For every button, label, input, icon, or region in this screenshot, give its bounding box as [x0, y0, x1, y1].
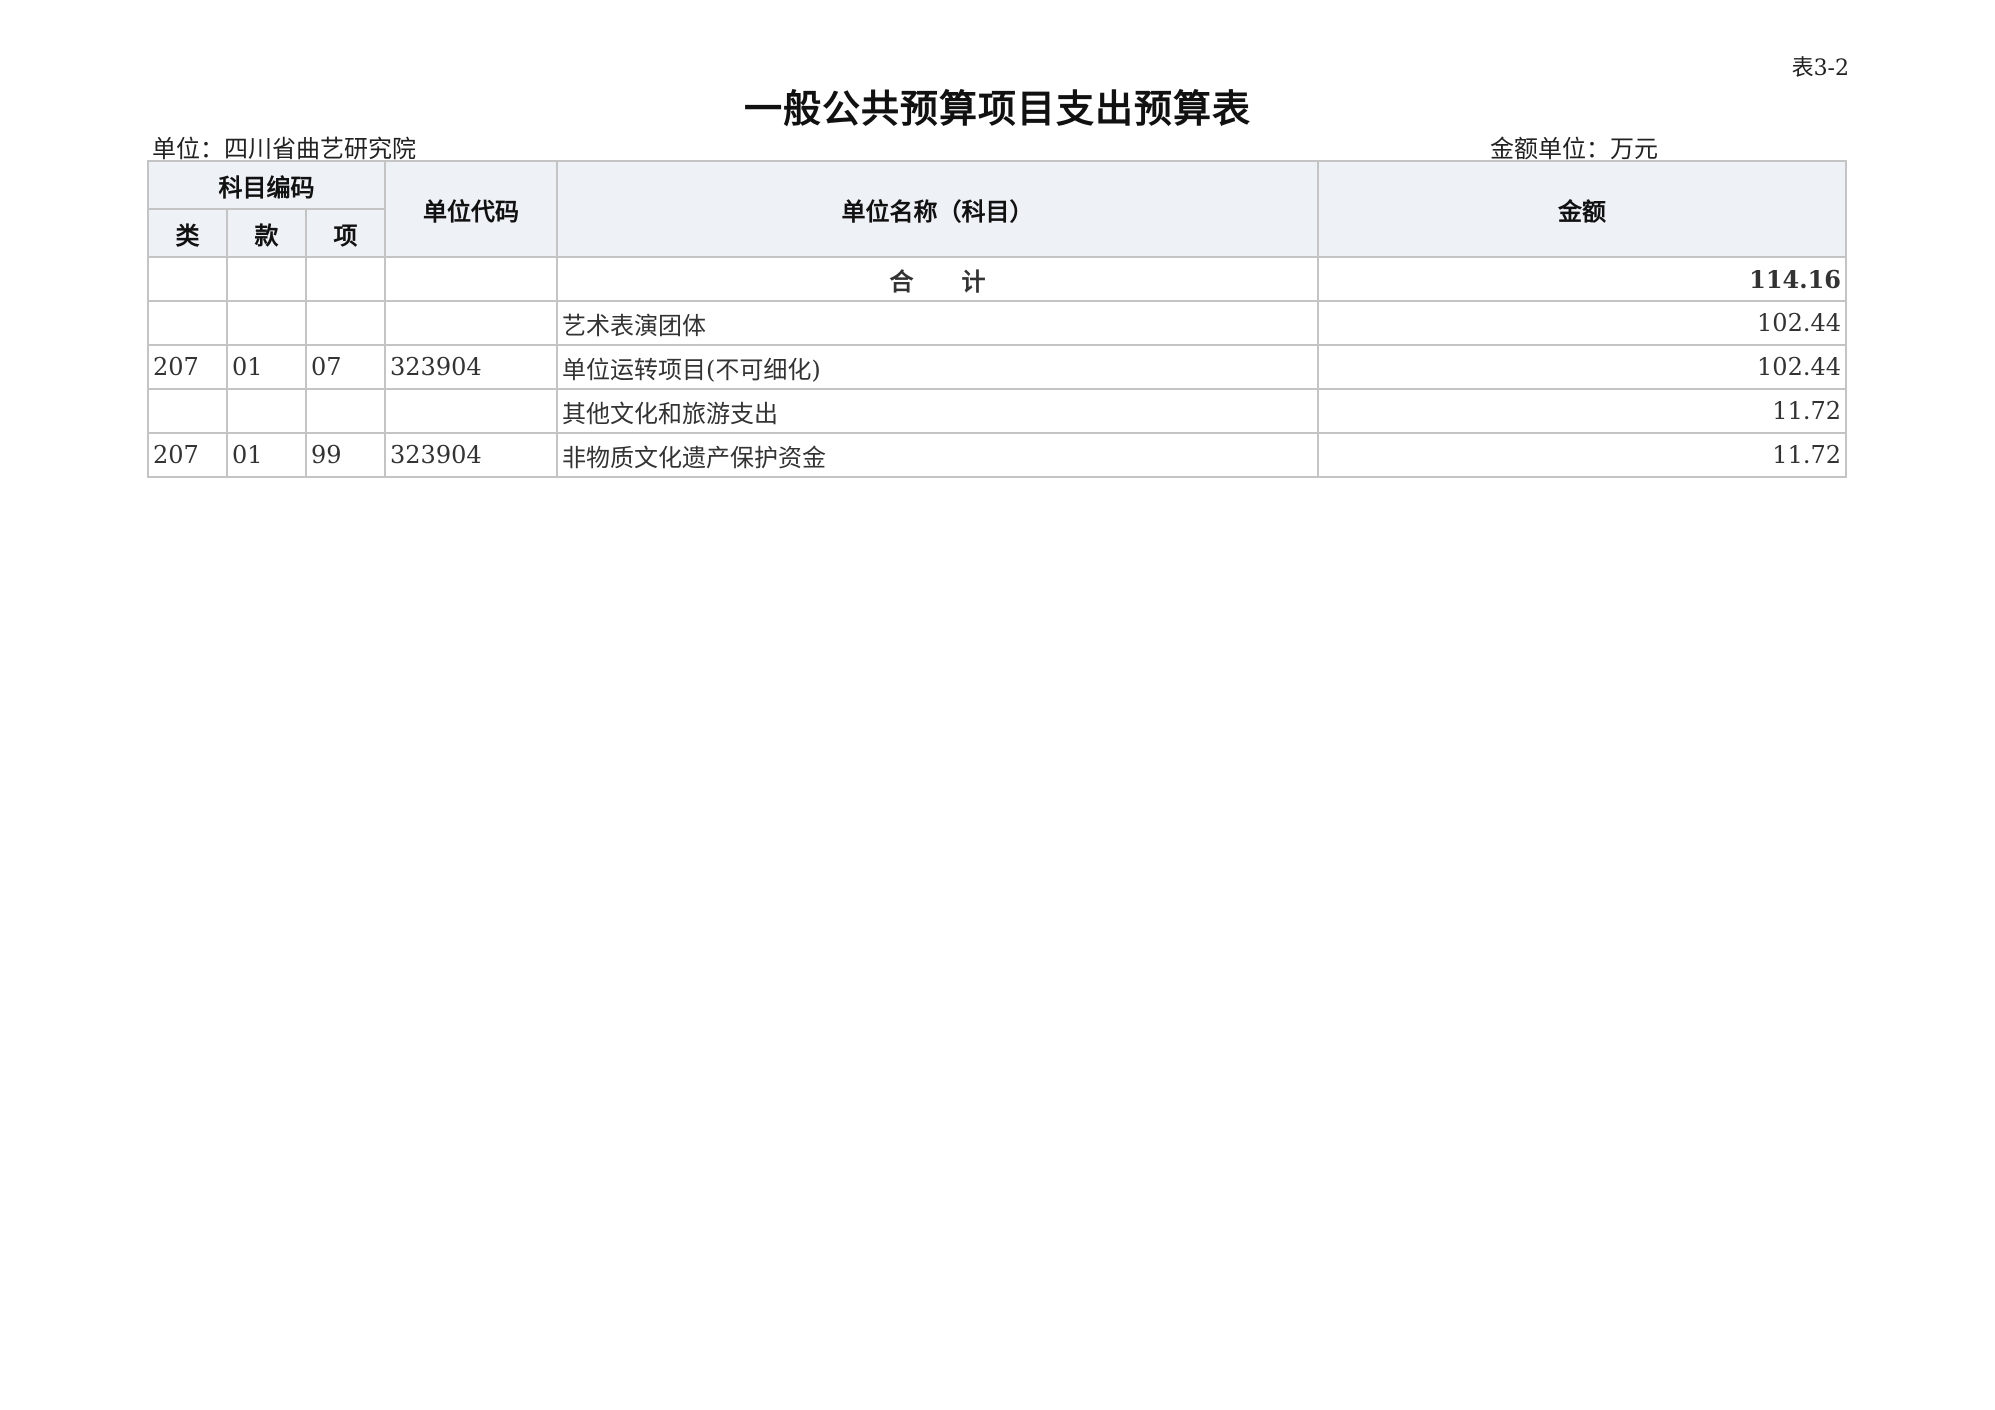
row-amount: 102.44 [1317, 344, 1848, 390]
table-header: 科目编码 单位代码 单位名称（科目） 金额 类 款 项 [146, 160, 1848, 258]
total-unit-code-cell [384, 256, 559, 302]
header-kuan: 款 [226, 208, 307, 258]
row-lei: 207 [147, 432, 228, 478]
table-row: 艺术表演团体 102.44 [147, 300, 1848, 346]
total-xiang-cell [304, 256, 387, 302]
table-row: 207 01 99 323904 非物质文化遗产保护资金 11.72 [147, 432, 1848, 478]
unit-label: 单位：四川省曲艺研究院 [152, 135, 416, 163]
row-kuan [226, 300, 307, 346]
row-name: 非物质文化遗产保护资金 [556, 432, 1320, 478]
row-name: 其他文化和旅游支出 [556, 388, 1320, 434]
row-unit-code [384, 388, 559, 434]
header-subject-code: 科目编码 [146, 160, 387, 210]
row-unit-code [384, 300, 559, 346]
row-amount: 11.72 [1317, 388, 1848, 434]
row-xiang [304, 300, 387, 346]
header-xiang: 项 [304, 208, 387, 258]
row-kuan [226, 388, 307, 434]
row-xiang: 99 [304, 432, 387, 478]
total-kuan-cell [226, 256, 307, 302]
total-label: 合 计 [556, 256, 1320, 302]
table-row: 其他文化和旅游支出 11.72 [147, 388, 1848, 434]
row-amount: 102.44 [1317, 300, 1848, 346]
row-lei: 207 [147, 344, 228, 390]
row-name: 艺术表演团体 [556, 300, 1320, 346]
row-xiang: 07 [304, 344, 387, 390]
header-amount: 金额 [1317, 160, 1848, 258]
row-lei [147, 388, 228, 434]
row-lei [147, 300, 228, 346]
header-lei: 类 [147, 208, 228, 258]
table-body: 合 计 114.16 艺术表演团体 102.44 207 01 07 32390… [147, 256, 1848, 478]
money-unit-label: 金额单位：万元 [1490, 135, 1658, 163]
total-row: 合 计 114.16 [147, 256, 1848, 302]
row-kuan: 01 [226, 344, 307, 390]
row-unit-code: 323904 [384, 344, 559, 390]
table-row: 207 01 07 323904 单位运转项目(不可细化) 102.44 [147, 344, 1848, 390]
total-lei-cell [147, 256, 228, 302]
page-title: 一般公共预算项目支出预算表 [743, 86, 1251, 131]
row-kuan: 01 [226, 432, 307, 478]
total-amount: 114.16 [1317, 256, 1848, 302]
header-unit-code: 单位代码 [384, 160, 559, 258]
row-name: 单位运转项目(不可细化) [556, 344, 1320, 390]
header-unit-name: 单位名称（科目） [556, 160, 1320, 258]
row-unit-code: 323904 [384, 432, 559, 478]
budget-table: 科目编码 单位代码 单位名称（科目） 金额 类 款 项 合 计 114.16 艺… [146, 160, 1848, 478]
row-xiang [304, 388, 387, 434]
row-amount: 11.72 [1317, 432, 1848, 478]
